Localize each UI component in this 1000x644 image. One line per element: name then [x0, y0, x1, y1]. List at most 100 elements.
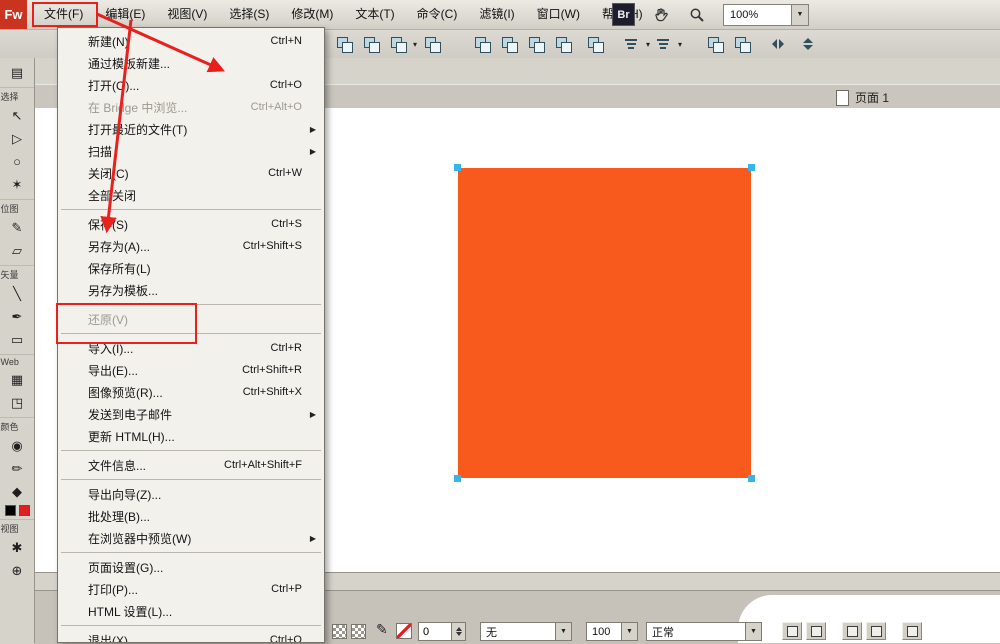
file-menu-item[interactable]: 打开(O)... Ctrl+O: [58, 74, 324, 96]
group-button[interactable]: [471, 33, 493, 55]
hand-tool-icon[interactable]: [651, 5, 671, 25]
hotspot-tool[interactable]: ◳: [4, 391, 30, 414]
stroke-category-select[interactable]: 无 ▼: [480, 622, 572, 641]
send-to-back-button[interactable]: [552, 33, 574, 55]
library-panel-icon[interactable]: ▾: [387, 33, 417, 55]
eyedropper-tool[interactable]: ◉: [4, 434, 30, 457]
file-menu-item[interactable]: 另存为模板...: [58, 279, 324, 301]
file-menu-item[interactable]: 保存所有(L): [58, 257, 324, 279]
lasso-tool[interactable]: ○: [4, 150, 30, 173]
flip-vertical-button[interactable]: [797, 33, 819, 55]
magnifier-icon[interactable]: [687, 5, 707, 25]
page-icon: [836, 89, 849, 106]
rotate-ccw-button[interactable]: [731, 33, 753, 55]
file-menu-item[interactable]: 在浏览器中预览(W) ▶: [58, 527, 324, 549]
menubar-item[interactable]: 滤镜(I): [468, 0, 525, 29]
line-tool[interactable]: ╲: [4, 282, 30, 305]
file-menu-item[interactable]: HTML 设置(L)...: [58, 600, 324, 622]
file-menu-item[interactable]: 关闭(C) Ctrl+W: [58, 162, 324, 184]
file-menu-item[interactable]: 另存为(A)... Ctrl+Shift+S: [58, 235, 324, 257]
selection-handle[interactable]: [454, 164, 461, 171]
transparency-icon[interactable]: [351, 624, 366, 639]
pencil-icon[interactable]: ✎: [376, 621, 388, 638]
menubar-item[interactable]: 视图(V): [156, 0, 218, 29]
file-menu-item[interactable]: 通过模板新建...: [58, 52, 324, 74]
menubar-item[interactable]: 窗口(W): [526, 0, 591, 29]
panel-options-button[interactable]: [902, 622, 922, 640]
rectangle-tool[interactable]: ▭: [4, 328, 30, 351]
brush-tool[interactable]: ✎: [4, 216, 30, 239]
file-menu-item[interactable]: 导入(I)... Ctrl+R: [58, 337, 324, 359]
eraser-tool[interactable]: ▱: [4, 239, 30, 262]
file-menu-item[interactable]: 保存(S) Ctrl+S: [58, 213, 324, 235]
selection-handle[interactable]: [748, 475, 755, 482]
file-menu-item[interactable]: 图像预览(R)... Ctrl+Shift+X: [58, 381, 324, 403]
align-button[interactable]: ▾: [620, 33, 650, 55]
file-menu-item[interactable]: 导出(E)... Ctrl+Shift+R: [58, 359, 324, 381]
file-menu-item[interactable]: 打印(P)... Ctrl+P: [58, 578, 324, 600]
app-logo: Fw: [0, 0, 27, 29]
selected-rectangle[interactable]: [454, 164, 755, 482]
page-prev-button[interactable]: [806, 622, 826, 640]
file-menu-item[interactable]: 文件信息... Ctrl+Alt+Shift+F: [58, 454, 324, 476]
file-menu-item[interactable]: 批处理(B)...: [58, 505, 324, 527]
file-menu-item[interactable]: 页面设置(G)...: [58, 556, 324, 578]
file-menu-item[interactable]: 发送到电子邮件 ▶: [58, 403, 324, 425]
import-symbol-icon[interactable]: [421, 33, 443, 55]
menubar-item[interactable]: 编辑(E): [94, 0, 156, 29]
texture-icon[interactable]: [332, 624, 347, 639]
blend-mode-select[interactable]: 正常 ▼: [646, 622, 762, 641]
page-indicator[interactable]: 页面 1: [836, 89, 889, 106]
stroke-category-value: 无: [486, 626, 497, 639]
page-last-button[interactable]: [866, 622, 886, 640]
paint-bucket-tool[interactable]: ◆: [4, 480, 30, 503]
rotate-cw-button[interactable]: [704, 33, 726, 55]
stroke-color-well[interactable]: [396, 623, 412, 639]
chevron-down-icon: ▼: [621, 623, 637, 640]
selection-handle[interactable]: [454, 475, 461, 482]
bridge-button[interactable]: Br: [612, 3, 635, 26]
pen-tool[interactable]: ✒: [4, 305, 30, 328]
zoom-tool[interactable]: ⊕: [4, 559, 30, 582]
tools-panel: ▤ 选择 ↖ ▷ ○ ✶ 位图 ✎ ▱ 矢量 ╲ ✒ ▭ Web ▦ ◳ 颜色 ◉ ✏ ◆ 视图 ✱ ⊕: [0, 58, 35, 643]
file-menu-item: 还原(V): [88, 312, 128, 327]
pointer-tool[interactable]: ↖: [4, 104, 30, 127]
distribute-button[interactable]: ▾: [652, 33, 682, 55]
fill-color-swatch[interactable]: [18, 505, 30, 516]
magic-wand-tool[interactable]: ✶: [4, 173, 30, 196]
states-panel-icon[interactable]: [360, 33, 382, 55]
page-first-button[interactable]: [782, 622, 802, 640]
menu-separator: [61, 450, 321, 451]
file-menu-item[interactable]: 扫描 ▶: [58, 140, 324, 162]
menu-separator: [61, 625, 321, 626]
bring-to-front-button[interactable]: [525, 33, 547, 55]
menubar-item[interactable]: 文本(T): [344, 0, 405, 29]
stroke-size-input[interactable]: [419, 625, 449, 638]
pencil-tool[interactable]: ✏: [4, 457, 30, 480]
document-icon[interactable]: ▤: [4, 61, 30, 84]
file-menu-item[interactable]: 全部关闭: [58, 184, 324, 206]
file-menu-item[interactable]: 导出向导(Z)...: [58, 483, 324, 505]
file-menu-item[interactable]: 新建(N) Ctrl+N: [58, 30, 324, 52]
stroke-size-stepper[interactable]: [451, 623, 465, 640]
page-next-button[interactable]: [842, 622, 862, 640]
chevron-down-icon: ▼: [555, 623, 571, 640]
flip-horizontal-button[interactable]: [767, 33, 789, 55]
hand-tool[interactable]: ✱: [4, 536, 30, 559]
bring-forward-button[interactable]: [584, 33, 606, 55]
menubar-item[interactable]: 命令(C): [406, 0, 469, 29]
pages-panel-icon[interactable]: [333, 33, 355, 55]
file-menu-item[interactable]: 退出(X) Ctrl+Q: [58, 629, 324, 643]
stroke-color-swatch[interactable]: [4, 505, 16, 516]
slice-tool[interactable]: ▦: [4, 368, 30, 391]
ungroup-button[interactable]: [498, 33, 520, 55]
menubar-item[interactable]: 选择(S): [218, 0, 280, 29]
opacity-field[interactable]: 100 ▼: [586, 622, 638, 641]
selection-handle[interactable]: [748, 164, 755, 171]
menubar-item[interactable]: 修改(M): [280, 0, 344, 29]
zoom-level-select[interactable]: 100% ▼: [723, 3, 809, 26]
file-menu-item[interactable]: 打开最近的文件(T) ▶: [58, 118, 324, 140]
subselection-tool[interactable]: ▷: [4, 127, 30, 150]
menubar-item[interactable]: 文件(F): [33, 0, 94, 29]
file-menu-item[interactable]: 更新 HTML(H)...: [58, 425, 324, 447]
